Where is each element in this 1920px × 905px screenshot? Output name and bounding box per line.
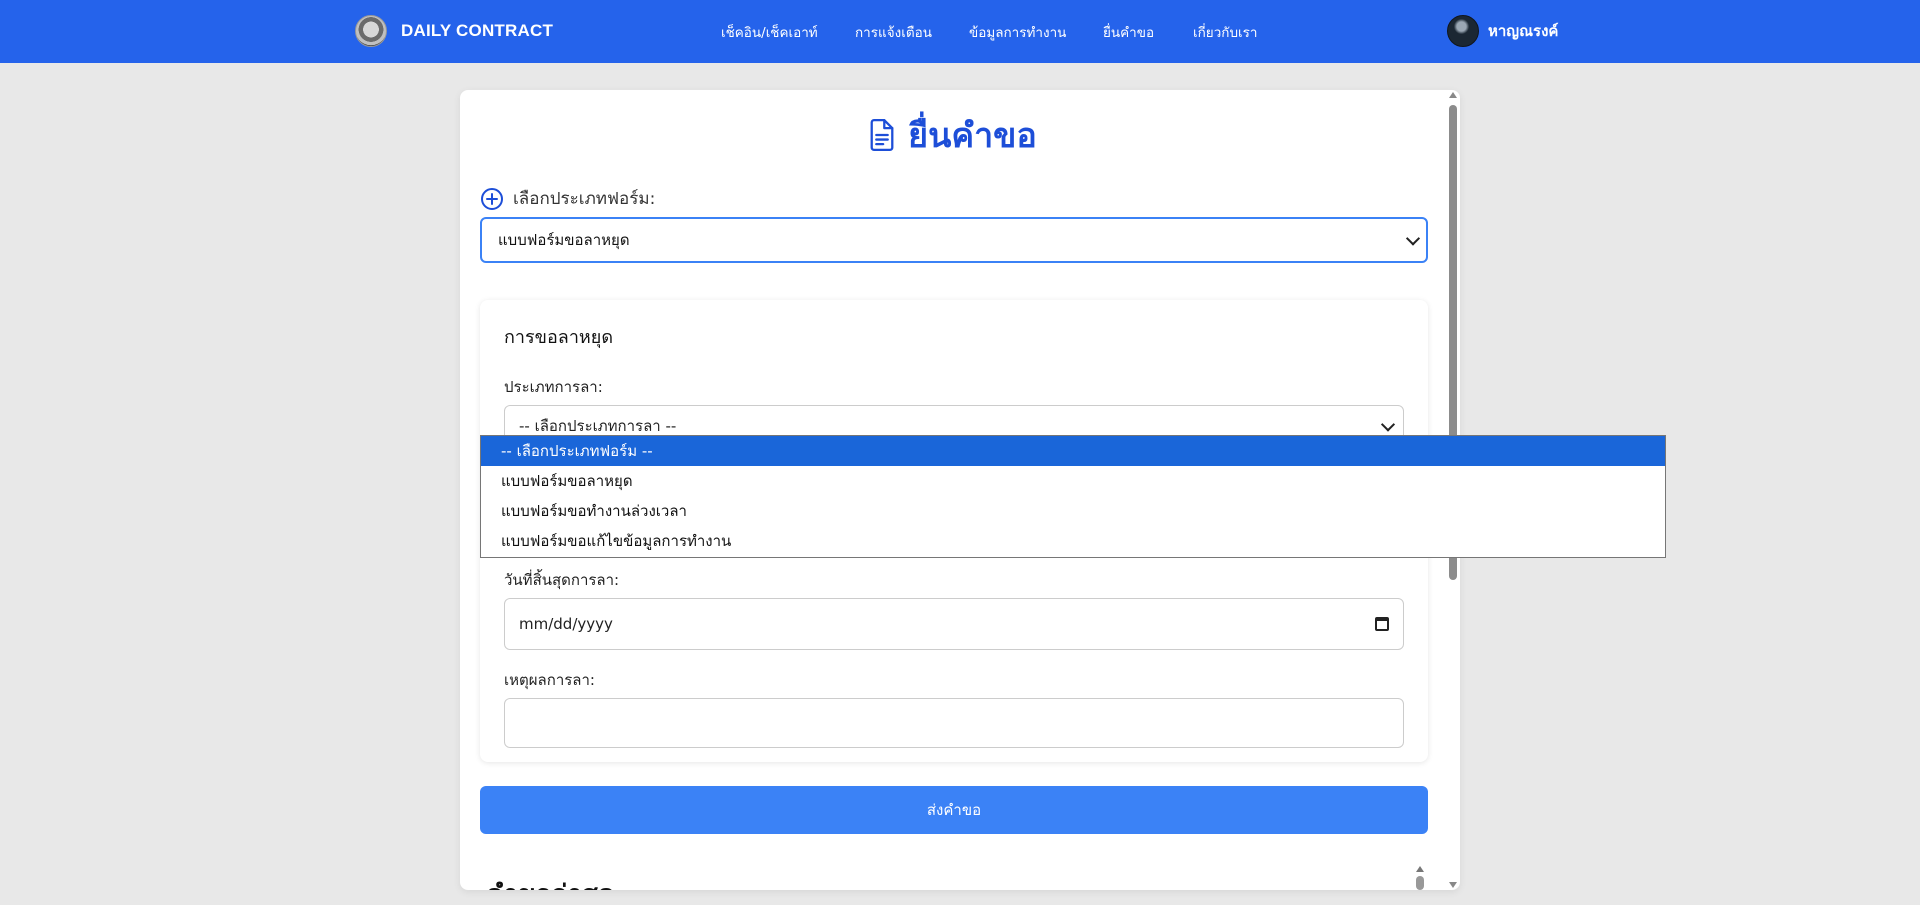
plus-circle-icon <box>481 187 503 210</box>
chevron-down-icon <box>1380 417 1396 432</box>
end-date-input[interactable]: mm/dd/yyyy <box>504 598 1404 650</box>
dropdown-option-leave[interactable]: แบบฟอร์มขอลาหยุด <box>481 466 1665 496</box>
reason-textarea[interactable] <box>504 698 1404 748</box>
nav-link-about[interactable]: เกี่ยวกับเรา <box>1193 21 1257 43</box>
chevron-down-icon <box>1405 231 1421 246</box>
nav-links: เช็คอิน/เช็คเอาท์ การแจ้งเตือน ข้อมูลการ… <box>0 21 1920 41</box>
scroll-up-icon[interactable] <box>1416 866 1424 872</box>
nav-link-checkin[interactable]: เช็คอิน/เช็คเอาท์ <box>721 21 818 43</box>
reason-label: เหตุผลการลา: <box>504 671 595 689</box>
form-type-dropdown-list: -- เลือกประเภทฟอร์ม -- แบบฟอร์มขอลาหยุด … <box>480 435 1666 558</box>
dropdown-option-edit-work-info[interactable]: แบบฟอร์มขอแก้ไขข้อมูลการทำงาน <box>481 526 1665 556</box>
page-title: ยื่นคำขอ <box>460 108 1445 162</box>
submit-button[interactable]: ส่งคำขอ <box>480 786 1428 834</box>
end-date-label: วันที่สิ้นสุดการลา: <box>504 571 620 589</box>
avatar <box>1447 15 1479 47</box>
top-navbar: DAILY CONTRACT เช็คอิน/เช็คเอาท์ การแจ้ง… <box>0 0 1920 63</box>
form-type-label-text: เลือกประเภทฟอร์ม: <box>513 189 656 209</box>
nav-link-request[interactable]: ยื่นคำขอ <box>1103 21 1154 43</box>
user-name: หาญณรงค์ <box>1488 22 1559 40</box>
form-type-select[interactable]: แบบฟอร์มขอลาหยุด <box>480 217 1428 263</box>
section-title: การขอลาหยุด <box>504 327 614 348</box>
scroll-thumb[interactable] <box>1416 876 1424 890</box>
leave-type-label: ประเภทการลา: <box>504 378 603 396</box>
dropdown-option-placeholder[interactable]: -- เลือกประเภทฟอร์ม -- <box>481 436 1665 466</box>
page-title-text: ยื่นคำขอ <box>908 116 1037 156</box>
dropdown-option-overtime[interactable]: แบบฟอร์มขอทำงานล่วงเวลา <box>481 496 1665 526</box>
recent-requests-title: คำขอล่าสุด <box>486 874 615 890</box>
inner-scrollbar[interactable] <box>1414 864 1426 892</box>
form-type-label: เลือกประเภทฟอร์ม: <box>480 185 655 212</box>
form-type-selected-value: แบบฟอร์มขอลาหยุด <box>498 231 630 249</box>
end-date-placeholder: mm/dd/yyyy <box>519 615 613 633</box>
user-menu[interactable]: หาญณรงค์ <box>1447 15 1558 47</box>
nav-link-notifications[interactable]: การแจ้งเตือน <box>855 21 932 43</box>
nav-link-work-info[interactable]: ข้อมูลการทำงาน <box>969 21 1066 43</box>
scroll-up-icon[interactable] <box>1449 92 1457 98</box>
calendar-icon[interactable] <box>1375 617 1389 631</box>
scroll-down-icon[interactable] <box>1449 882 1457 888</box>
document-icon <box>870 119 894 151</box>
